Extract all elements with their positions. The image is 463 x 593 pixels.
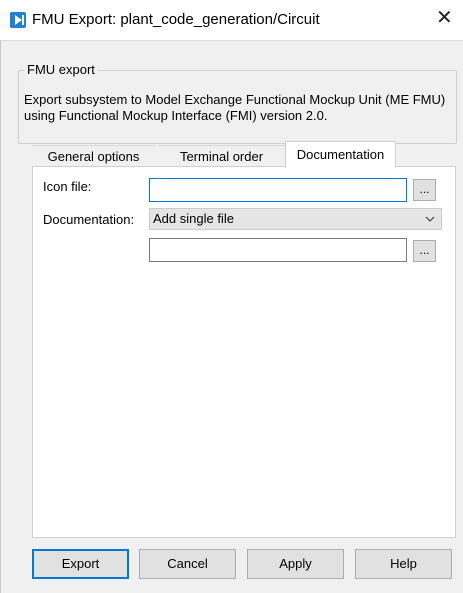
export-button[interactable]: Export bbox=[32, 549, 129, 579]
icon-file-browse-button[interactable]: ... bbox=[413, 179, 436, 201]
help-button[interactable]: Help bbox=[355, 549, 452, 579]
documentation-select-value: Add single file bbox=[153, 211, 234, 226]
icon-file-label: Icon file: bbox=[43, 179, 92, 194]
icon-file-input[interactable] bbox=[149, 178, 407, 202]
close-icon[interactable]: ✕ bbox=[436, 8, 453, 28]
apply-button[interactable]: Apply bbox=[247, 549, 344, 579]
tab-documentation[interactable]: Documentation bbox=[285, 141, 396, 168]
cancel-button[interactable]: Cancel bbox=[139, 549, 236, 579]
window-border bbox=[0, 40, 1, 593]
documentation-file-input[interactable] bbox=[149, 238, 407, 262]
title-bar: FMU Export: plant_code_generation/Circui… bbox=[0, 0, 463, 41]
documentation-label: Documentation: bbox=[43, 212, 135, 227]
chevron-down-icon bbox=[425, 216, 435, 222]
tab-terminal-order[interactable]: Terminal order bbox=[158, 145, 285, 168]
documentation-panel: Icon file: ... Documentation: Add single… bbox=[32, 166, 456, 538]
group-legend: FMU export bbox=[24, 62, 98, 77]
documentation-browse-button[interactable]: ... bbox=[413, 240, 436, 262]
tab-general-options[interactable]: General options bbox=[32, 145, 155, 168]
window-title: FMU Export: plant_code_generation/Circui… bbox=[32, 11, 320, 28]
group-description: Export subsystem to Model Exchange Funct… bbox=[24, 92, 446, 123]
documentation-select[interactable]: Add single file bbox=[149, 208, 442, 230]
app-icon bbox=[10, 12, 26, 28]
